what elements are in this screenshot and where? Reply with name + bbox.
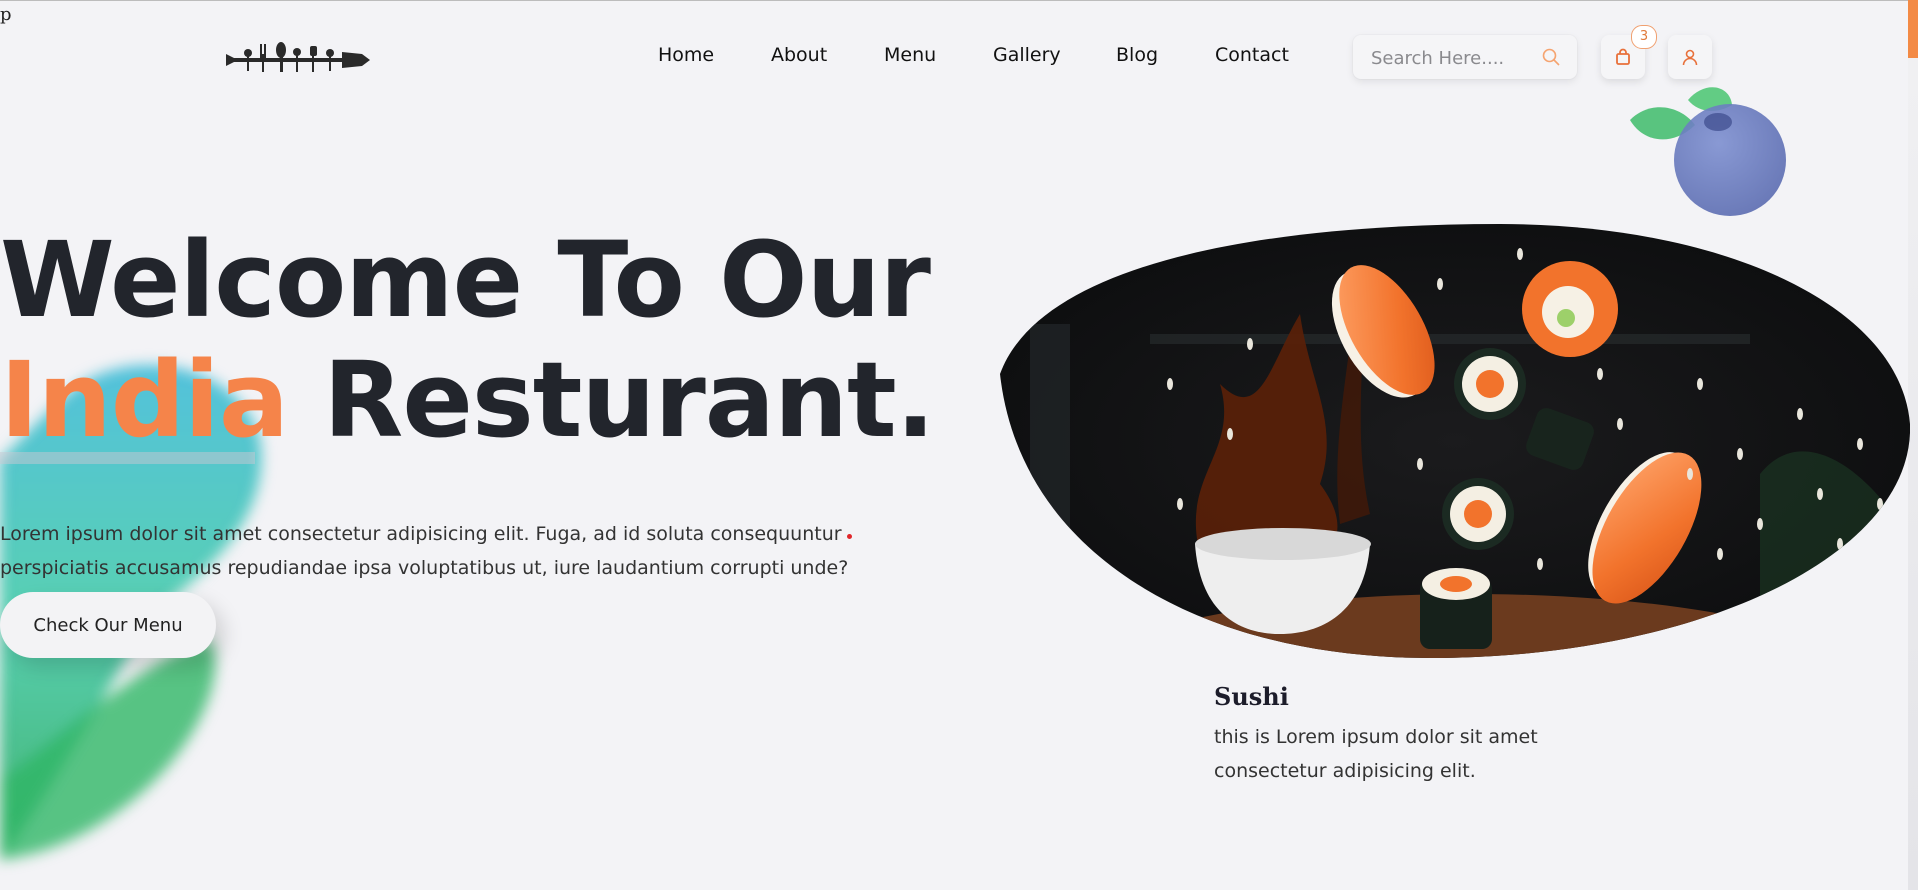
check-menu-button[interactable]: Check Our Menu [0, 592, 216, 658]
user-button[interactable] [1668, 35, 1712, 79]
search-box [1353, 35, 1577, 79]
nav-home[interactable]: Home [658, 44, 714, 66]
top-border [0, 0, 1918, 1]
hero-title-rest: Resturant. [323, 339, 935, 461]
red-dot [847, 534, 852, 539]
scrollbar-thumb[interactable] [1908, 0, 1918, 58]
hero-highlight-word: India [0, 339, 289, 461]
hero-title-line1: Welcome To Our [0, 219, 931, 341]
blueberry-decoration [1630, 87, 1786, 216]
nav-menu[interactable]: Menu [884, 44, 936, 66]
nav-blog[interactable]: Blog [1116, 44, 1158, 66]
sushi-image [1000, 224, 1910, 658]
hero-title-line2: India Resturant. [0, 348, 935, 452]
cart-icon [1616, 48, 1630, 65]
hero-description: Lorem ipsum dolor sit amet consectetur a… [0, 523, 849, 579]
logo-icon[interactable] [226, 40, 370, 74]
stray-text: p [0, 4, 12, 25]
featured-description: this is Lorem ipsum dolor sit amet conse… [1214, 726, 1538, 782]
nav-gallery[interactable]: Gallery [993, 44, 1061, 66]
search-icon[interactable] [1541, 47, 1561, 67]
nav-about[interactable]: About [771, 44, 827, 66]
user-icon [1682, 49, 1698, 66]
featured-title: Sushi [1214, 682, 1289, 711]
cart-count-badge: 3 [1631, 25, 1657, 49]
nav-contact[interactable]: Contact [1215, 44, 1289, 66]
search-input[interactable] [1369, 45, 1533, 71]
